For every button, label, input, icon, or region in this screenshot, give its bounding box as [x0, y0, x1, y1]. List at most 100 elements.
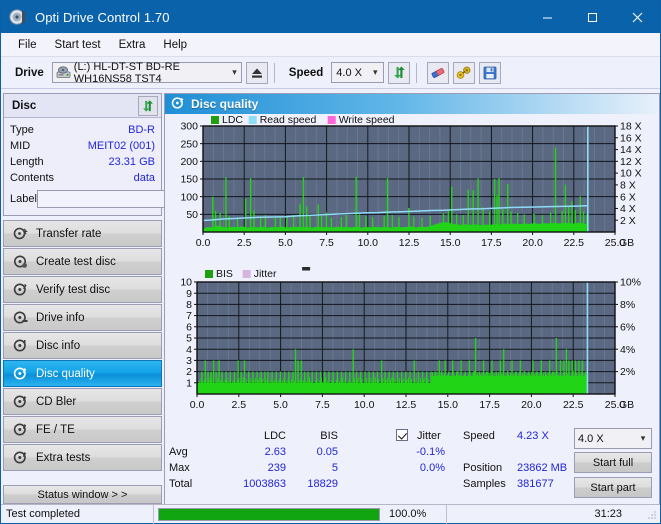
- stats-max-jitter: 0.0%: [419, 462, 445, 474]
- menu-file[interactable]: File: [9, 36, 46, 54]
- svg-text:5: 5: [186, 333, 192, 345]
- svg-text:7.5: 7.5: [319, 237, 334, 249]
- svg-text:Read speed: Read speed: [260, 114, 317, 126]
- save-button[interactable]: [479, 61, 502, 84]
- svg-text:150: 150: [180, 174, 198, 186]
- svg-text:17.5: 17.5: [481, 237, 502, 249]
- left-panel: Disc Type BD-R MID MEIT02 (001) Length 2…: [3, 93, 240, 472]
- speed-select[interactable]: 4.0 X ▾: [331, 62, 385, 83]
- chevron-down-icon: ▾: [232, 67, 237, 77]
- stats-row-avg-label: Avg: [169, 446, 188, 458]
- disc-speed-icon: [10, 226, 30, 241]
- maximize-button[interactable]: [570, 1, 615, 33]
- sidebar-item-create-test-disc[interactable]: Create test disc: [3, 248, 162, 275]
- refresh-button[interactable]: [388, 61, 411, 84]
- disc-info-rows: Type BD-R MID MEIT02 (001) Length 23.31 …: [4, 118, 240, 215]
- svg-text:10 X: 10 X: [620, 168, 642, 180]
- start-part-button[interactable]: Start part: [574, 477, 652, 498]
- disc-fete-icon: [10, 422, 30, 437]
- chart-bis-jitter: BIS Jitter 12345678910 2% 4% 6% 8% 10% 0.0 2.5 5.0…: [180, 267, 641, 411]
- disc-verify-icon: [10, 282, 30, 297]
- disc-bler-icon: [10, 394, 30, 409]
- start-full-button[interactable]: Start full: [574, 452, 652, 473]
- stats-col-bis: BIS: [320, 430, 338, 442]
- sidebar-item-extra-tests[interactable]: Extra tests: [3, 444, 162, 471]
- stats-avg-ldc: 2.63: [264, 446, 286, 458]
- svg-text:2 X: 2 X: [620, 215, 636, 227]
- svg-text:10.0: 10.0: [354, 399, 375, 411]
- progress-bar: [158, 507, 380, 521]
- sidebar-item-label: Transfer rate: [36, 227, 102, 240]
- minimize-button[interactable]: [525, 1, 570, 33]
- toolbar: Drive (L:) HL-DT-ST BD-RE WH16NS58 TST4 …: [1, 57, 660, 89]
- svg-text:10: 10: [180, 277, 192, 289]
- svg-text:17.5: 17.5: [479, 399, 500, 411]
- sidebar-item-fe-te[interactable]: FE / TE: [3, 416, 162, 443]
- sidebar-item-drive-info[interactable]: Drive info: [3, 304, 162, 331]
- menu-help[interactable]: Help: [154, 36, 196, 54]
- svg-text:14 X: 14 X: [620, 144, 642, 156]
- svg-text:GB: GB: [619, 399, 634, 411]
- test-speed-select[interactable]: 4.0 X ▾: [574, 428, 652, 449]
- svg-text:0.0: 0.0: [196, 237, 211, 249]
- toolbar-divider: [416, 62, 418, 83]
- toolbar-divider: [273, 62, 275, 83]
- svg-text:8%: 8%: [620, 299, 635, 311]
- svg-text:1: 1: [186, 377, 192, 389]
- disc-row-contents: Contents data: [10, 170, 155, 186]
- sidebar-item-verify-test-disc[interactable]: Verify test disc: [3, 276, 162, 303]
- svg-text:LDC: LDC: [222, 114, 243, 126]
- sidebar-item-disc-info[interactable]: Disc info: [3, 332, 162, 359]
- svg-text:6: 6: [186, 321, 192, 333]
- chart-bottom-wrap: BIS Jitter 1 2 3 4 5 6 7 8 9 10 2% 4% 6% 8% 10% 0.0 2.5 5.0…: [165, 266, 659, 426]
- svg-text:6%: 6%: [620, 321, 635, 333]
- menu-extra[interactable]: Extra: [110, 36, 155, 54]
- samples-stat-label: Samples: [463, 478, 506, 490]
- sidebar-item-label: Create test disc: [36, 255, 116, 268]
- disc-quality-icon: [10, 366, 30, 381]
- svg-text:Write speed: Write speed: [339, 114, 395, 126]
- drive-select[interactable]: (L:) HL-DT-ST BD-RE WH16NS58 TST4 ▾: [51, 61, 242, 85]
- svg-text:22.5: 22.5: [564, 237, 585, 249]
- stats-row-total-label: Total: [169, 478, 193, 490]
- stats-avg-bis: 0.05: [316, 446, 338, 458]
- content-panel: Disc quality LDC Read speed Write speed 50 1…: [164, 93, 660, 506]
- tools-button[interactable]: [453, 61, 476, 84]
- sidebar-item-label: FE / TE: [36, 423, 75, 436]
- disc-panel: Disc Type BD-R MID MEIT02 (001) Length 2…: [3, 93, 240, 216]
- svg-text:0.0: 0.0: [190, 399, 205, 411]
- disc-row-key: MID: [10, 140, 31, 152]
- svg-text:12 X: 12 X: [620, 156, 642, 168]
- svg-text:4%: 4%: [620, 344, 635, 356]
- menu-start-test[interactable]: Start test: [46, 36, 110, 54]
- disc-icon: [9, 8, 27, 26]
- disc-panel-title: Disc: [12, 99, 37, 112]
- disc-label-row: Label: [10, 189, 240, 209]
- app-window: Opti Drive Control 1.70 File Start test …: [0, 0, 661, 524]
- svg-text:6 X: 6 X: [620, 191, 636, 203]
- svg-text:300: 300: [180, 121, 198, 133]
- status-window-button[interactable]: Status window > >: [3, 485, 162, 504]
- window-title: Opti Drive Control 1.70: [35, 9, 170, 25]
- nav-list: Transfer rate Create test disc Verify te…: [3, 220, 162, 471]
- eject-button[interactable]: [245, 61, 268, 84]
- speed-stat-value: 4.23 X: [517, 430, 549, 442]
- svg-text:8: 8: [186, 299, 192, 311]
- svg-text:18 X: 18 X: [620, 121, 642, 133]
- chart-top-wrap: LDC Read speed Write speed 50 100 150 200 250 30…: [165, 114, 659, 266]
- close-button[interactable]: [615, 1, 660, 33]
- window-controls: [525, 1, 660, 33]
- sidebar-item-transfer-rate[interactable]: Transfer rate: [3, 220, 162, 247]
- resize-grip[interactable]: [646, 508, 658, 520]
- position-stat-value: 23862 MB: [517, 462, 568, 474]
- disc-row-type: Type BD-R: [10, 122, 155, 138]
- sidebar-item-cd-bler[interactable]: CD Bler: [3, 388, 162, 415]
- stats-row-max-label: Max: [169, 462, 190, 474]
- svg-text:15.0: 15.0: [438, 399, 459, 411]
- eraser-button[interactable]: [427, 61, 450, 84]
- disc-refresh-button[interactable]: [138, 95, 158, 116]
- jitter-checkbox[interactable]: [396, 429, 408, 442]
- sidebar-item-disc-quality[interactable]: Disc quality: [3, 360, 162, 387]
- stats-col-ldc: LDC: [263, 430, 286, 442]
- jitter-label: Jitter: [417, 430, 441, 442]
